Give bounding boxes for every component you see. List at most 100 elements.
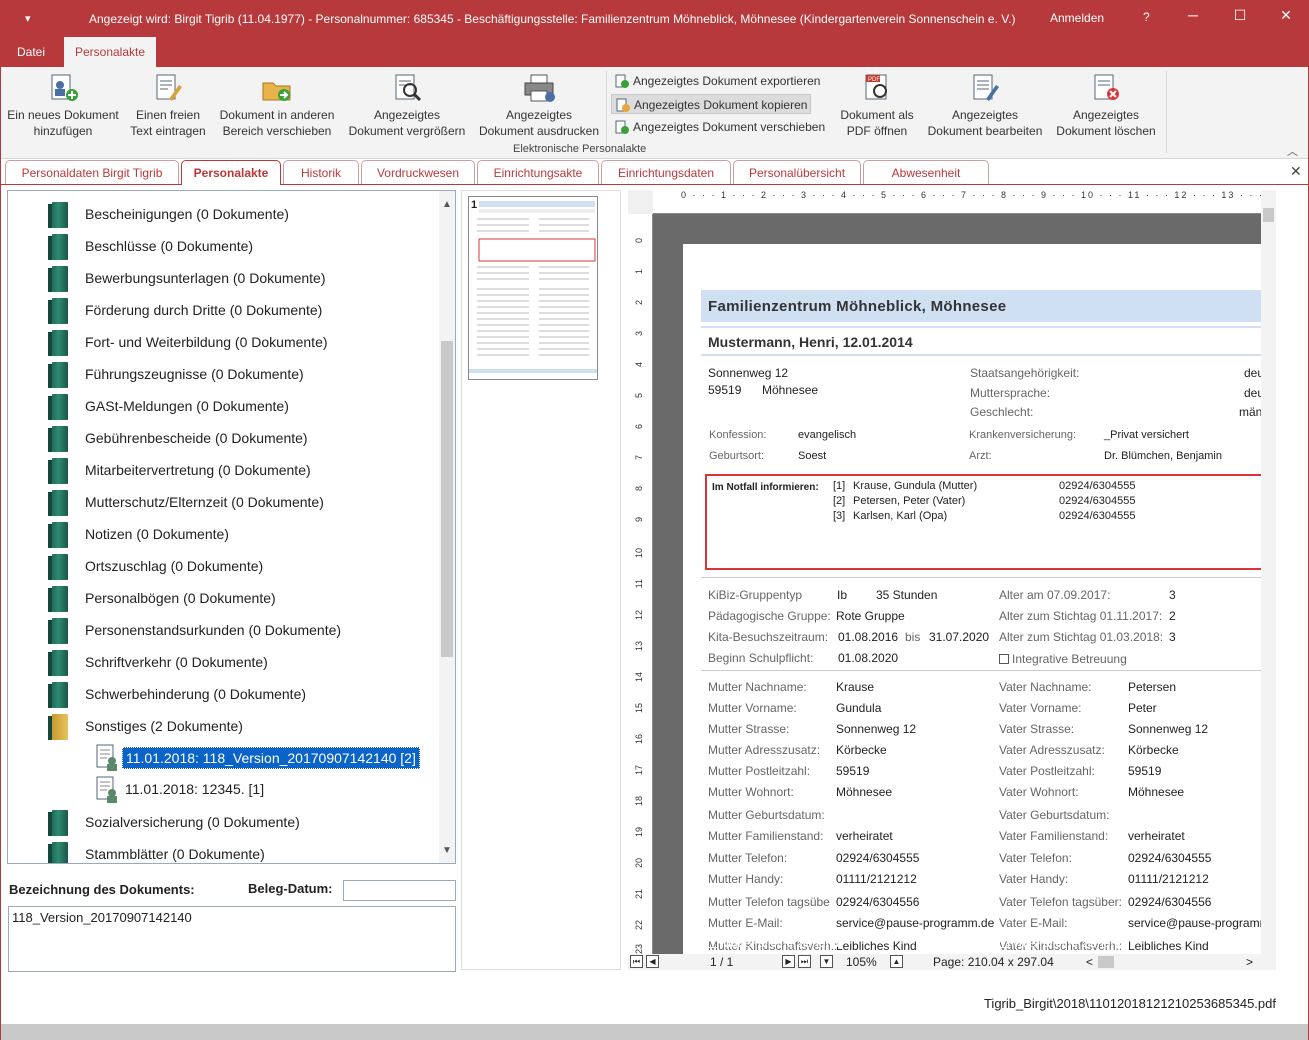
emergency-contact-box: Im Notfall informieren: [1] Krause, Gund… [705, 474, 1261, 570]
tab-personaluebersicht[interactable]: Personalübersicht [733, 160, 861, 184]
help-button[interactable]: ? [1143, 10, 1150, 24]
tree-item-sonstiges[interactable]: Sonstiges (2 Dokumente) [8, 710, 438, 742]
scroll-down-icon[interactable]: ▼ [442, 845, 452, 856]
prev-page-icon[interactable]: ◀ [646, 955, 659, 968]
tab-personalakte[interactable]: Personalakte [181, 160, 281, 185]
group-label: Pädagogische Gruppe: [708, 609, 831, 623]
next-page-icon[interactable]: ▶ [782, 955, 795, 968]
tree-item-foerderung[interactable]: Förderung durch Dritte (0 Dokumente) [8, 294, 438, 326]
period-bis: bis [905, 630, 921, 644]
delete-document-button[interactable]: Angezeigtes Dokument löschen [1051, 71, 1161, 145]
shift-document-button[interactable]: Angezeigtes Dokument verschieben [611, 117, 825, 137]
tree-item-label: Bescheinigungen (0 Dokumente) [85, 206, 289, 222]
tab-historik[interactable]: Historik [283, 160, 359, 184]
open-pdf-button[interactable]: PDF Dokument als PDF öffnen [833, 71, 921, 145]
export-document-button[interactable]: Angezeigtes Dokument exportieren [611, 71, 820, 91]
zoom-dropdown-icon[interactable]: ▼ [820, 955, 833, 968]
print-document-label-2: Dokument ausdrucken [478, 124, 600, 138]
ruler-label: 6 [634, 424, 644, 430]
tree-item-ortszuschlag[interactable]: Ortszuschlag (0 Dokumente) [8, 550, 438, 582]
pdf-canvas[interactable]: Familienzentrum Möhneblick, Möhnesee Mus… [653, 214, 1261, 954]
move-document-label-1: Dokument in anderen [219, 108, 335, 122]
folder-book-icon [48, 298, 68, 324]
mother-field-value: Möhnesee [836, 785, 893, 799]
ruler-label: 16 [634, 734, 644, 745]
edit-document-button[interactable]: Angezeigtes Dokument bearbeiten [923, 71, 1047, 145]
edit-document-label-1: Angezeigtes [951, 108, 1019, 122]
tree-item-notizen[interactable]: Notizen (0 Dokumente) [8, 518, 438, 550]
ruler-label: 11 [634, 579, 644, 589]
document-tabs: Personaldaten Birgit Tigrib Personalakte… [1, 159, 1308, 185]
free-text-label-2: Text eintragen [130, 124, 206, 138]
add-document-button[interactable]: Ein neues Dokument hinzufügen [5, 71, 121, 145]
document-date-input[interactable] [343, 880, 456, 901]
divider [701, 577, 1261, 578]
scroll-up-icon[interactable]: ▲ [442, 199, 452, 210]
tree-item-gebuehrenbescheide[interactable]: Gebührenbescheide (0 Dokumente) [8, 422, 438, 454]
tree-item-gast-meldungen[interactable]: GASt-Meldungen (0 Dokumente) [8, 390, 438, 422]
tree-item-label: Gebührenbescheide (0 Dokumente) [85, 430, 308, 446]
tab-personaldaten[interactable]: Personaldaten Birgit Tigrib [5, 160, 179, 184]
tree-item-beschluesse[interactable]: Beschlüsse (0 Dokumente) [8, 230, 438, 262]
tree-document[interactable]: 11.01.2018: 12345. [1] [8, 774, 438, 806]
tree-item-sozialversicherung[interactable]: Sozialversicherung (0 Dokumente) [8, 806, 438, 838]
tree-item-label: Führungszeugnisse (0 Dokumente) [85, 366, 304, 382]
hscroll-thumb[interactable] [1098, 956, 1114, 968]
hscroll-left-icon[interactable]: < [1086, 955, 1093, 969]
tab-abwesenheit[interactable]: Abwesenheit [863, 160, 989, 184]
tree-item-bewerbungsunterlagen[interactable]: Bewerbungsunterlagen (0 Dokumente) [8, 262, 438, 294]
scroll-thumb[interactable] [441, 341, 453, 657]
tree-item-personenstandsurkunden[interactable]: Personenstandsurkunden (0 Dokumente) [8, 614, 438, 646]
ribbon-tab-datei[interactable]: Datei [7, 37, 55, 67]
tab-vordruckwesen[interactable]: Vordruckwesen [361, 160, 475, 184]
thumbnail-panel: 1 [461, 190, 621, 970]
shift-icon [615, 120, 629, 134]
father-single-parent-label: Vater alleinerziehend [1012, 936, 1124, 950]
tree-item-label: Sozialversicherung (0 Dokumente) [85, 814, 300, 830]
move-folder-icon [260, 73, 294, 103]
tree-item-label: GASt-Meldungen (0 Dokumente) [85, 398, 289, 414]
tree-item-personalboegen[interactable]: Personalbögen (0 Dokumente) [8, 582, 438, 614]
zoom-document-button[interactable]: Angezeigtes Dokument vergrößern [345, 71, 469, 145]
close-tab-icon[interactable]: ✕ [1290, 163, 1302, 180]
login-button[interactable]: Anmelden [1050, 11, 1104, 25]
tree-item-bescheinigungen[interactable]: Bescheinigungen (0 Dokumente) [8, 198, 438, 230]
tree-item-label: Sonstiges (2 Dokumente) [85, 718, 243, 734]
tree-scrollbar[interactable]: ▲ ▼ [439, 191, 455, 863]
free-text-button[interactable]: Einen freien Text eintragen [127, 71, 209, 145]
first-page-icon[interactable]: ⏮ [630, 955, 643, 968]
last-page-icon[interactable]: ⏭ [798, 955, 811, 968]
tree-item-schriftverkehr[interactable]: Schriftverkehr (0 Dokumente) [8, 646, 438, 678]
tree-item-mitarbeitervertretung[interactable]: Mitarbeitervertretung (0 Dokumente) [8, 454, 438, 486]
group-value: Rote Gruppe [836, 609, 905, 623]
tree-item-fortbildung[interactable]: Fort- und Weiterbildung (0 Dokumente) [8, 326, 438, 358]
mother-field-label: Mutter Familienstand: [708, 829, 824, 843]
ruler-label: 18 [634, 796, 644, 807]
tree-item-fuehrungszeugnisse[interactable]: Führungszeugnisse (0 Dokumente) [8, 358, 438, 390]
edit-text-icon [151, 73, 185, 103]
document-name-textarea[interactable]: 118_Version_20170907142140 [8, 906, 456, 972]
zoom-level[interactable]: 105% [846, 955, 877, 969]
tab-einrichtungsdaten[interactable]: Einrichtungsdaten [601, 160, 731, 184]
copy-document-button[interactable]: Angezeigtes Dokument kopieren [611, 94, 811, 114]
viewer-vertical-scrollbar[interactable] [1261, 190, 1276, 954]
hscroll-right-icon[interactable]: > [1246, 955, 1253, 969]
minimize-button[interactable]: ─ [1173, 7, 1213, 31]
tab-einrichtungsakte[interactable]: Einrichtungsakte [477, 160, 599, 184]
page-thumbnail[interactable]: 1 [468, 196, 598, 380]
ribbon-collapse-button[interactable]: ︿ [1287, 143, 1298, 159]
tree-item-stammblaetter[interactable]: Stammblätter (0 Dokumente) [8, 838, 438, 863]
print-document-button[interactable]: Angezeigtes Dokument ausdrucken [477, 71, 601, 145]
close-button[interactable]: ✕ [1266, 7, 1306, 31]
scroll-thumb[interactable] [1263, 208, 1274, 222]
move-document-button[interactable]: Dokument in anderen Bereich verschieben [215, 71, 339, 145]
zoom-up-icon[interactable]: ▲ [890, 955, 903, 968]
maximize-button[interactable]: ☐ [1220, 7, 1260, 31]
ruler-label: 13 [634, 641, 644, 652]
tree-item-schwerbehinderung[interactable]: Schwerbehinderung (0 Dokumente) [8, 678, 438, 710]
ribbon-tab-personalakte[interactable]: Personalakte [64, 37, 156, 67]
tree-item-mutterschutz[interactable]: Mutterschutz/Elternzeit (0 Dokumente) [8, 486, 438, 518]
quick-access-dropdown[interactable]: ▾ [25, 12, 31, 25]
tree-item-label: Ortszuschlag (0 Dokumente) [85, 558, 264, 574]
tree-document-selected[interactable]: 11.01.2018: 118_Version_20170907142140 [… [8, 742, 438, 774]
